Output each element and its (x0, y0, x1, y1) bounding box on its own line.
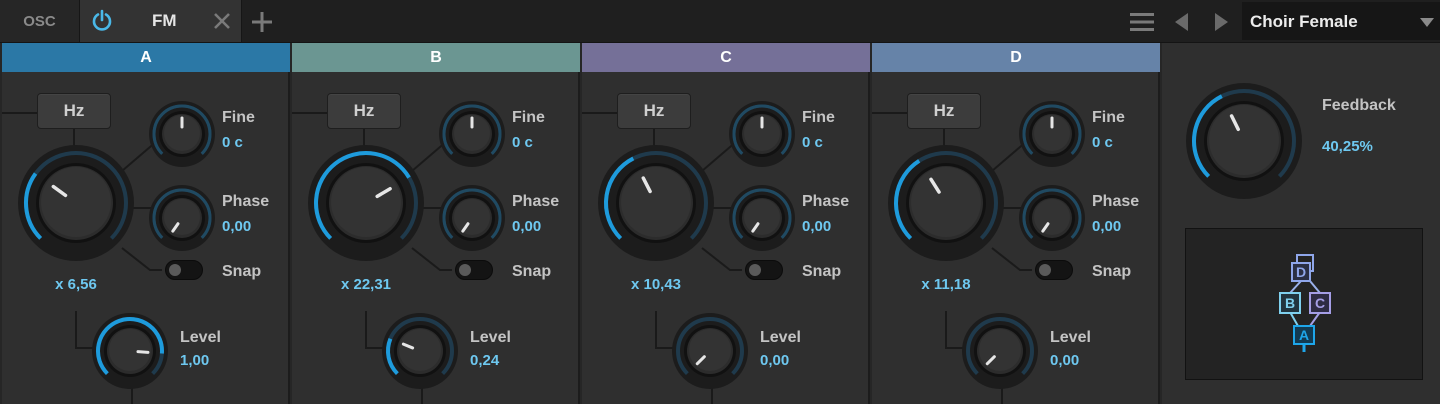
level-label: Level (760, 329, 801, 346)
ratio-value: x 6,56 (55, 276, 97, 293)
level-knob[interactable] (380, 311, 460, 391)
snap-toggle-knob (1039, 264, 1051, 276)
preset-dropdown[interactable]: Choir Female (1242, 2, 1440, 40)
level-label: Level (1050, 329, 1091, 346)
feedback-label: Feedback (1322, 97, 1396, 114)
operator-panel-a: A Hz x 6,56 Fine 0 c Phase 0,00 Snap Lev… (2, 43, 290, 404)
phase-label: Phase (512, 193, 560, 210)
hz-label: Hz (933, 101, 955, 120)
feedback-knob[interactable] (1184, 81, 1304, 201)
phase-knob[interactable] (437, 183, 507, 253)
hz-label: Hz (353, 101, 375, 120)
snap-label: Snap (222, 263, 262, 280)
phase-value: 0,00 (802, 218, 832, 235)
plus-icon[interactable] (250, 10, 274, 34)
fine-value: 0 c (512, 134, 533, 151)
ratio-knob[interactable] (886, 143, 1006, 263)
phase-knob[interactable] (1017, 183, 1087, 253)
fine-knob[interactable] (1017, 99, 1087, 169)
phase-label: Phase (222, 193, 270, 210)
ratio-value: x 11,18 (921, 276, 971, 293)
phase-value: 0,00 (1092, 218, 1122, 235)
snap-toggle-knob (169, 264, 181, 276)
hz-label: Hz (63, 101, 85, 120)
algorithm-graph[interactable]: D B C A (1185, 228, 1423, 380)
level-knob[interactable] (670, 311, 750, 391)
fine-label: Fine (802, 109, 835, 126)
algorithm-diagram: D B C A (1279, 254, 1331, 352)
next-arrow-icon[interactable] (1212, 12, 1230, 32)
snap-toggle[interactable] (745, 260, 783, 280)
phase-label: Phase (802, 193, 850, 210)
level-knob[interactable] (960, 311, 1040, 391)
feedback-value: 40,25% (1322, 138, 1373, 155)
tab-fm-label: FM (152, 11, 177, 30)
snap-label: Snap (1092, 263, 1132, 280)
menu-icon[interactable] (1130, 12, 1154, 32)
fine-label: Fine (512, 109, 545, 126)
phase-knob[interactable] (727, 183, 797, 253)
hz-button[interactable]: Hz (37, 93, 111, 129)
snap-toggle[interactable] (1035, 260, 1073, 280)
fine-knob[interactable] (437, 99, 507, 169)
ratio-value: x 22,31 (340, 276, 392, 293)
hz-label: Hz (643, 101, 665, 120)
ratio-knob[interactable] (596, 143, 716, 263)
algo-node-c-label: C (1315, 295, 1325, 311)
feedback-panel: Feedback 40,25% D B C A (1162, 43, 1440, 404)
level-knob[interactable] (90, 311, 170, 391)
level-label: Level (470, 329, 511, 346)
chevron-down-icon (1420, 18, 1434, 27)
fine-value: 0 c (802, 134, 823, 151)
operator-panel-b: B Hz x 22,31 Fine 0 c Phase 0,00 Snap Le… (292, 43, 580, 404)
hz-button[interactable]: Hz (327, 93, 401, 129)
snap-toggle[interactable] (165, 260, 203, 280)
operator-panel-d: D Hz x 11,18 Fine 0 c Phase 0,00 Snap Le… (872, 43, 1160, 404)
phase-knob[interactable] (147, 183, 217, 253)
algo-node-d-label: D (1296, 264, 1306, 280)
power-icon[interactable] (90, 9, 114, 33)
hz-button[interactable]: Hz (907, 93, 981, 129)
level-value: 0,00 (1050, 352, 1080, 369)
fine-value: 0 c (1092, 134, 1113, 151)
preset-name: Choir Female (1250, 12, 1358, 31)
tab-osc-label: OSC (23, 12, 56, 30)
level-label: Level (180, 329, 221, 346)
operator-panel-c: C Hz x 10,43 Fine 0 c Phase 0,00 Snap Le… (582, 43, 870, 404)
top-bar: OSC FM Choir Female (0, 0, 1440, 43)
phase-value: 0,00 (512, 218, 542, 235)
snap-toggle-knob (749, 264, 761, 276)
fine-knob[interactable] (727, 99, 797, 169)
ratio-knob[interactable] (306, 143, 426, 263)
phase-value: 0,00 (222, 218, 252, 235)
algo-node-a-label: A (1299, 327, 1309, 343)
snap-toggle-knob (459, 264, 471, 276)
tab-fm[interactable]: FM (80, 0, 242, 42)
snap-label: Snap (512, 263, 552, 280)
ratio-value: x 10,43 (630, 276, 682, 293)
tab-osc[interactable]: OSC (0, 0, 80, 42)
snap-toggle[interactable] (455, 260, 493, 280)
ratio-knob[interactable] (16, 143, 136, 263)
fine-knob[interactable] (147, 99, 217, 169)
algo-node-b-label: B (1285, 295, 1295, 311)
fine-label: Fine (1092, 109, 1125, 126)
level-value: 1,00 (180, 352, 210, 369)
fine-label: Fine (222, 109, 255, 126)
hz-button[interactable]: Hz (617, 93, 691, 129)
level-value: 0,24 (470, 352, 500, 369)
phase-label: Phase (1092, 193, 1140, 210)
level-value: 0,00 (760, 352, 790, 369)
close-icon[interactable] (211, 10, 233, 32)
snap-label: Snap (802, 263, 842, 280)
fine-value: 0 c (222, 134, 243, 151)
prev-arrow-icon[interactable] (1173, 12, 1191, 32)
